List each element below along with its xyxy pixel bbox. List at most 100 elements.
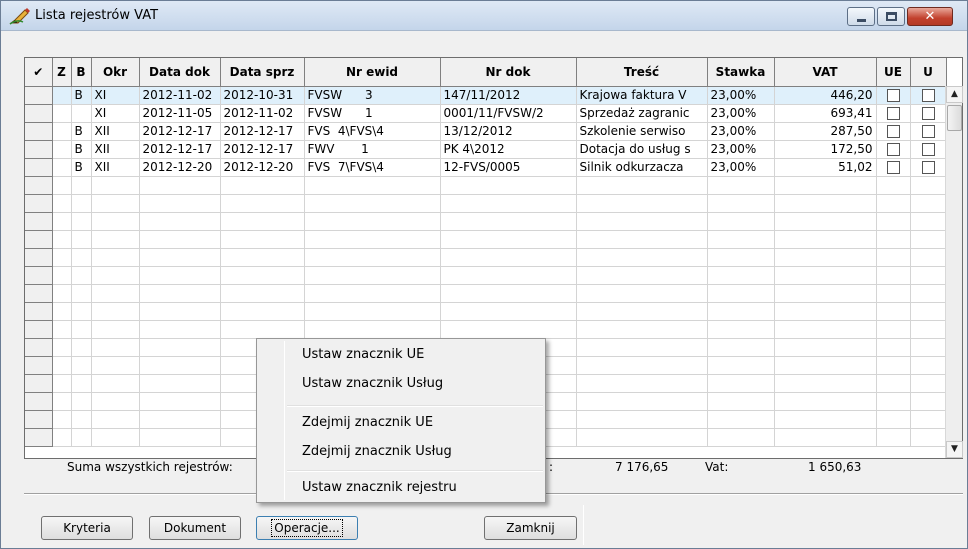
cell-stawka <box>707 410 775 429</box>
empty-table-row[interactable] <box>25 194 947 213</box>
pencil-app-icon <box>9 8 30 25</box>
table-row[interactable]: B XI 2012-11-02 2012-10-31 FVSW 3 147/11/2012… <box>25 86 947 105</box>
row-indicator[interactable] <box>25 212 53 231</box>
row-indicator[interactable] <box>25 122 53 141</box>
menu-item-remove-ue-flag[interactable]: Zdejmij znacznik UE <box>302 415 433 430</box>
dokument-button[interactable]: Dokument <box>149 516 241 540</box>
summary-vat: 1 650,63 <box>808 460 862 474</box>
scroll-up-button[interactable]: ▲ <box>946 86 963 103</box>
ue-checkbox[interactable] <box>886 125 900 138</box>
cell-ue <box>876 392 911 411</box>
empty-table-row[interactable] <box>25 248 947 267</box>
table-row[interactable]: XI 2012-11-05 2012-11-02 FVSW 1 0001/11/FVSW… <box>25 104 947 123</box>
row-indicator[interactable] <box>25 356 53 375</box>
ue-checkbox[interactable] <box>886 161 900 174</box>
row-indicator[interactable] <box>25 140 53 159</box>
header-u[interactable]: U <box>910 58 947 87</box>
cell-u <box>910 140 947 159</box>
cell-b <box>71 194 92 213</box>
cell-data-sprz: 2012-10-31 <box>220 86 305 105</box>
cell-data-sprz <box>220 302 305 321</box>
maximize-button[interactable] <box>877 7 905 26</box>
row-indicator[interactable] <box>25 410 53 429</box>
header-z[interactable]: Z <box>52 58 72 87</box>
empty-table-row[interactable] <box>25 266 947 285</box>
header-data-sprz[interactable]: Data sprz <box>220 58 305 87</box>
row-indicator[interactable] <box>25 248 53 267</box>
table-row[interactable]: B XII 2012-12-17 2012-12-17 FVS 4\FVS\4 13/12… <box>25 122 947 141</box>
row-indicator[interactable] <box>25 284 53 303</box>
menu-item-set-service-flag[interactable]: Ustaw znacznik Usług <box>302 376 443 391</box>
zamknij-button[interactable]: Zamknij <box>484 516 577 540</box>
header-data-dok[interactable]: Data dok <box>139 58 221 87</box>
row-indicator[interactable] <box>25 374 53 393</box>
header-nr-dok[interactable]: Nr dok <box>440 58 577 87</box>
table-row[interactable]: B XII 2012-12-20 2012-12-20 FVS 7\FVS\4 12-FV… <box>25 158 947 177</box>
header-okr[interactable]: Okr <box>91 58 140 87</box>
close-button[interactable]: ✕ <box>907 7 953 26</box>
row-indicator[interactable] <box>25 104 53 123</box>
cell-okr <box>91 338 140 357</box>
empty-table-row[interactable] <box>25 230 947 249</box>
row-indicator[interactable] <box>25 428 53 447</box>
empty-table-row[interactable] <box>25 302 947 321</box>
ue-checkbox[interactable] <box>886 89 900 102</box>
row-indicator[interactable] <box>25 176 53 195</box>
cell-vat <box>774 410 877 429</box>
title-bar[interactable]: Lista rejestrów VAT ✕ <box>1 1 967 31</box>
cell-u <box>910 122 947 141</box>
cell-stawka <box>707 338 775 357</box>
menu-item-set-register-flag[interactable]: Ustaw znacznik rejestru <box>302 480 457 495</box>
cell-u <box>910 86 947 105</box>
scroll-down-button[interactable]: ▼ <box>946 441 963 458</box>
cell-tresc <box>576 248 708 267</box>
u-checkbox[interactable] <box>921 161 935 174</box>
operacje-button[interactable]: Operacje... <box>256 516 358 540</box>
u-checkbox[interactable] <box>921 125 935 138</box>
cell-stawka: 23,00% <box>707 158 775 177</box>
ue-checkbox[interactable] <box>886 107 900 120</box>
row-indicator[interactable] <box>25 338 53 357</box>
empty-table-row[interactable] <box>25 176 947 195</box>
menu-item-remove-service-flag[interactable]: Zdejmij znacznik Usług <box>302 444 452 459</box>
empty-table-row[interactable] <box>25 212 947 231</box>
cell-nr-dok <box>440 176 577 195</box>
cell-data-dok <box>139 356 221 375</box>
cell-ue <box>876 176 911 195</box>
cell-z <box>52 122 72 141</box>
grid-vertical-scrollbar[interactable]: ▲ ▼ <box>945 86 963 458</box>
table-row[interactable]: B XII 2012-12-17 2012-12-17 FWV 1 PK 4\2012 Do… <box>25 140 947 159</box>
cell-b: B <box>71 158 92 177</box>
scroll-thumb[interactable] <box>947 105 962 131</box>
empty-table-row[interactable] <box>25 284 947 303</box>
row-indicator[interactable] <box>25 194 53 213</box>
cell-ue <box>876 338 911 357</box>
u-checkbox[interactable] <box>921 107 935 120</box>
row-indicator[interactable] <box>25 302 53 321</box>
minimize-button[interactable] <box>847 7 875 26</box>
header-stawka[interactable]: Stawka <box>707 58 775 87</box>
header-b[interactable]: B <box>71 58 92 87</box>
u-checkbox[interactable] <box>921 143 935 156</box>
cell-nr-ewid <box>304 302 441 321</box>
menu-item-set-ue-flag[interactable]: Ustaw znacznik UE <box>302 347 424 362</box>
cell-u <box>910 338 947 357</box>
u-checkbox[interactable] <box>921 89 935 102</box>
row-indicator[interactable] <box>25 392 53 411</box>
cell-tresc <box>576 428 708 447</box>
cell-tresc <box>576 338 708 357</box>
row-indicator[interactable] <box>25 230 53 249</box>
row-indicator[interactable] <box>25 86 53 105</box>
cell-z <box>52 176 72 195</box>
row-indicator[interactable] <box>25 320 53 339</box>
kryteria-button[interactable]: Kryteria <box>41 516 133 540</box>
header-nr-ewid[interactable]: Nr ewid <box>304 58 441 87</box>
header-check[interactable]: ✔ <box>25 58 53 87</box>
header-ue[interactable]: UE <box>876 58 911 87</box>
row-indicator[interactable] <box>25 266 53 285</box>
row-indicator[interactable] <box>25 158 53 177</box>
ue-checkbox[interactable] <box>886 143 900 156</box>
header-vat[interactable]: VAT <box>774 58 877 87</box>
empty-table-row[interactable] <box>25 320 947 339</box>
header-tresc[interactable]: Treść <box>576 58 708 87</box>
